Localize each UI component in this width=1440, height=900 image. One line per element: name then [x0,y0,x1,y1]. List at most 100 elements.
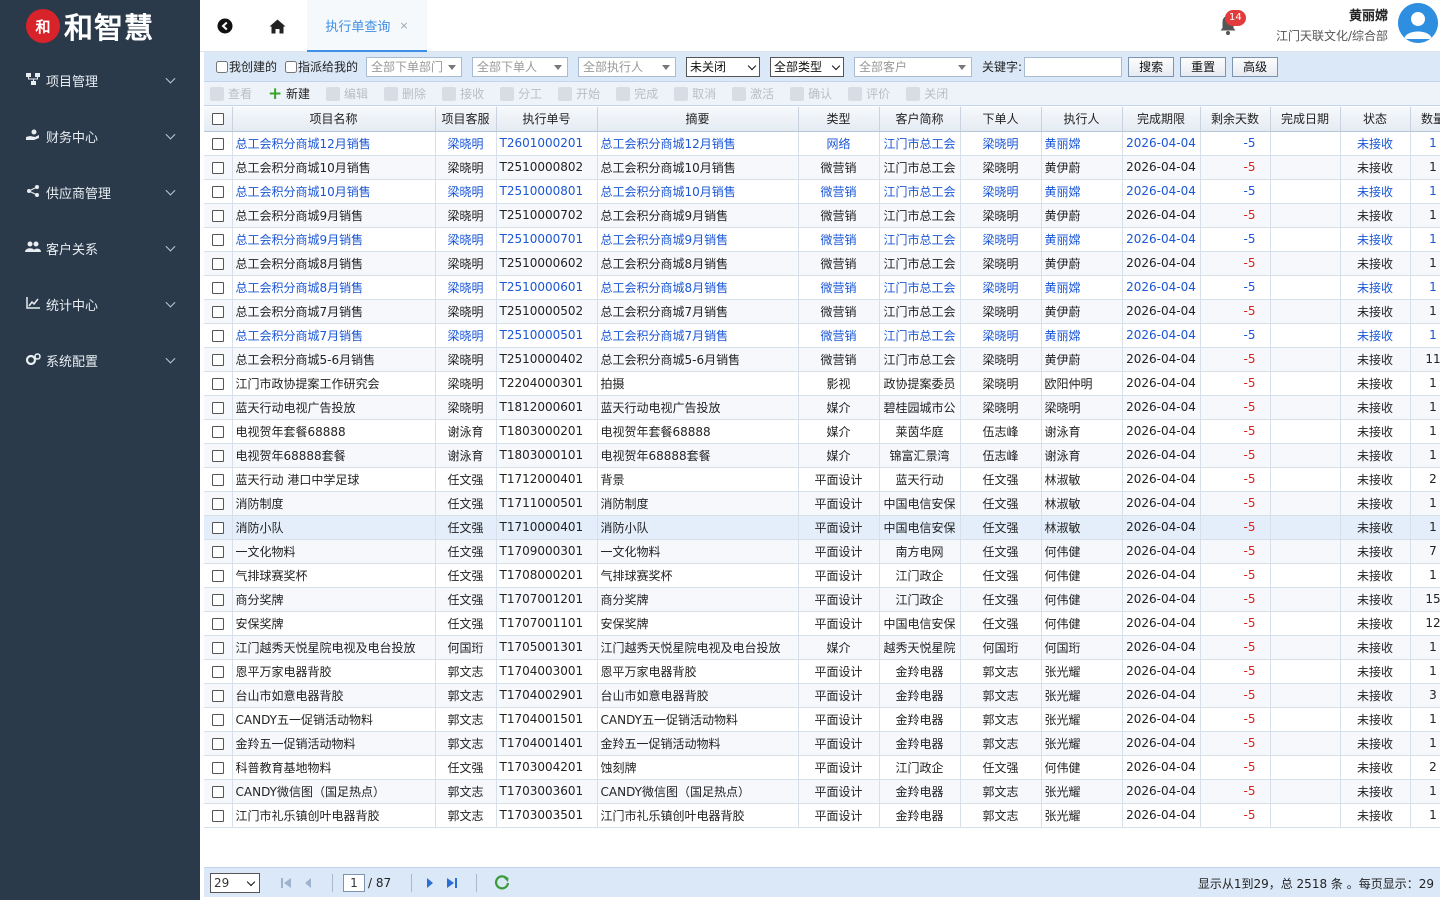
table-row[interactable]: 蓝天行动电视广告投放 梁晓明 T1812000601 蓝天行动电视广告投放 媒介 碧桂园城… [204,395,1440,420]
row-checkbox[interactable] [211,569,224,582]
customer-combo[interactable]: 全部客户 [854,56,973,77]
table-row[interactable]: 总工会积分商城12月销售 梁晓明 T2601000201 总工会积分商城12月销售 网络… [204,131,1440,156]
column-header[interactable]: 剩余天数 [1200,107,1271,132]
column-header[interactable]: 完成日期 [1270,107,1341,132]
keyword-input[interactable] [1024,56,1123,77]
column-header[interactable]: 执行人 [1041,107,1123,132]
reset-button[interactable]: 重置 [1180,56,1227,77]
row-checkbox[interactable] [211,353,224,366]
table-row[interactable]: 总工会积分商城10月销售 梁晓明 T2510000802 总工会积分商城10月销售 微营… [204,155,1440,180]
avatar[interactable] [1398,3,1438,43]
table-row[interactable]: 恩平万家电器背胶 郭文志 T1704003001 恩平万家电器背胶 平面设计 金羚电器 郭文… [204,659,1440,684]
row-checkbox[interactable] [211,473,224,486]
row-checkbox[interactable] [211,257,224,270]
tab-execution-query[interactable]: 执行单查询 × [307,0,427,52]
row-checkbox[interactable] [211,209,224,222]
row-checkbox[interactable] [211,401,224,414]
row-checkbox[interactable] [211,377,224,390]
toolbar-confirm-button[interactable]: 确认 [790,85,832,102]
my-created-filter[interactable]: 我创建的 [216,58,277,75]
column-header[interactable]: 执行单号 [496,107,598,132]
table-row[interactable]: 江门越秀天悦星院电视及电台投放 何国珩 T1705001301 江门越秀天悦星院电视及… [204,635,1440,660]
page-size-select[interactable]: 29 [210,872,260,893]
home-button[interactable] [252,0,302,52]
toolbar-cancel-button[interactable]: 取消 [674,85,716,102]
toolbar-activate-button[interactable]: 激活 [732,85,774,102]
toolbar-view-button[interactable]: 查看 [210,85,252,102]
row-checkbox[interactable] [211,785,224,798]
tab-close-icon[interactable]: × [399,19,408,32]
next-page-button[interactable] [422,875,438,891]
sidebar-item-4[interactable]: 统计中心 [0,276,200,332]
executor-combo[interactable]: 全部执行人 [578,56,677,77]
user-name[interactable]: 黄丽嫦 [1349,5,1388,24]
row-checkbox[interactable] [211,137,224,150]
table-row[interactable]: 蓝天行动 港口中学足球 任文强 T1712000401 背景 平面设计 蓝天行动 任文强 林淑… [204,467,1440,492]
row-checkbox[interactable] [211,689,224,702]
row-checkbox[interactable] [211,761,224,774]
row-checkbox[interactable] [211,161,224,174]
last-page-button[interactable] [444,875,460,891]
table-row[interactable]: 科普教育基地物料 任文强 T1703004201 蚀刻牌 平面设计 江门政企 任文强 何伟健 2… [204,755,1440,780]
toolbar-complete-button[interactable]: 完成 [616,85,658,102]
back-button[interactable] [200,0,250,52]
column-header[interactable]: 类型 [798,107,880,132]
toolbar-delete-button[interactable]: 删除 [384,85,426,102]
sidebar-item-0[interactable]: 项目管理 [0,52,200,108]
table-row[interactable]: 总工会积分商城10月销售 梁晓明 T2510000801 总工会积分商城10月销售 微营… [204,179,1440,204]
table-row[interactable]: 总工会积分商城9月销售 梁晓明 T2510000701 总工会积分商城9月销售 微营销江… [204,227,1440,252]
my-created-checkbox[interactable] [216,60,228,73]
search-button[interactable]: 搜索 [1128,56,1175,77]
table-row[interactable]: 消防制度 任文强 T1711000501 消防制度 平面设计 中国电信安保 任文强 林淑敏 20… [204,491,1440,516]
table-row[interactable]: 金羚五一促销活动物料 郭文志 T1704001401 金羚五一促销活动物料 平面设计 金羚… [204,731,1440,756]
row-checkbox[interactable] [211,497,224,510]
table-row[interactable]: 商分奖牌 任文强 T1707001201 商分奖牌 平面设计 江门政企 任文强 何伟健 2026… [204,587,1440,612]
first-page-button[interactable] [278,875,294,891]
row-checkbox[interactable] [211,713,224,726]
dept-combo[interactable]: 全部下单部门 [366,56,463,77]
sidebar-item-1[interactable]: 财务中心 [0,108,200,164]
row-checkbox[interactable] [211,449,224,462]
row-checkbox[interactable] [211,737,224,750]
table-row[interactable]: 台山市如意电器背胶 郭文志 T1704002901 台山市如意电器背胶 平面设计 金羚电器… [204,683,1440,708]
column-header[interactable]: 摘要 [597,107,799,132]
column-header[interactable]: 项目客服 [435,107,497,132]
table-row[interactable]: CANDY微信图（国足热点） 郭文志 T1703003601 CANDY微信图（国足热… [204,779,1440,804]
toolbar-edit-button[interactable]: 编辑 [326,85,368,102]
row-checkbox[interactable] [211,425,224,438]
row-checkbox[interactable] [211,665,224,678]
toolbar-evaluate-button[interactable]: 评价 [848,85,890,102]
toolbar-add-button[interactable]: + 新建 [268,85,310,102]
sidebar-item-3[interactable]: 客户关系 [0,220,200,276]
row-checkbox[interactable] [211,593,224,606]
row-checkbox[interactable] [211,641,224,654]
table-row[interactable]: 安保奖牌 任文强 T1707001101 安保奖牌 平面设计 中国电信安保 任文强 何伟健 20… [204,611,1440,636]
assigned-to-me-checkbox[interactable] [285,60,298,73]
toolbar-receive-button[interactable]: 接收 [442,85,484,102]
table-row[interactable]: 总工会积分商城7月销售 梁晓明 T2510000501 总工会积分商城7月销售 微营销江… [204,323,1440,348]
close-status-select[interactable]: 未关闭 [686,56,761,77]
advanced-button[interactable]: 高级 [1232,56,1279,77]
column-header[interactable]: 状态 [1340,107,1411,132]
select-all-checkbox[interactable] [211,113,224,126]
row-checkbox[interactable] [211,329,224,342]
toolbar-assign-button[interactable]: 分工 [500,85,542,102]
table-row[interactable]: 江门市礼乐镇创叶电器背胶 郭文志 T1703003501 江门市礼乐镇创叶电器背胶 平面… [204,803,1440,828]
toolbar-start-button[interactable]: 开始 [558,85,600,102]
table-row[interactable]: 总工会积分商城8月销售 梁晓明 T2510000601 总工会积分商城8月销售 微营销江… [204,275,1440,300]
table-row[interactable]: 气排球赛奖杯 任文强 T1708000201 气排球赛奖杯 平面设计 江门政企 任文强 何伟健… [204,563,1440,588]
table-row[interactable]: 电视贺年套餐68888 谢泳育 T1803000201 电视贺年套餐68888 媒介 莱茵… [204,419,1440,444]
table-row[interactable]: 江门市政协提案工作研究会 梁晓明 T2204000301 拍摄 影视 政协提案委员 梁晓明欧… [204,371,1440,396]
row-checkbox[interactable] [211,233,224,246]
row-checkbox[interactable] [211,809,224,822]
refresh-icon[interactable] [493,874,511,892]
row-checkbox[interactable] [211,521,224,534]
column-header[interactable]: 下单人 [960,107,1042,132]
table-row[interactable]: 总工会积分商城5-6月销售 梁晓明 T2510000402 总工会积分商城5-6月销售… [204,347,1440,372]
column-header[interactable]: 完成期限 [1122,107,1201,132]
assigned-to-me-filter[interactable]: 指派给我的 [285,58,358,75]
sidebar-item-5[interactable]: 系统配置 [0,332,200,388]
row-checkbox[interactable] [211,545,224,558]
prev-page-button[interactable] [300,875,316,891]
sidebar-item-2[interactable]: 供应商管理 [0,164,200,220]
